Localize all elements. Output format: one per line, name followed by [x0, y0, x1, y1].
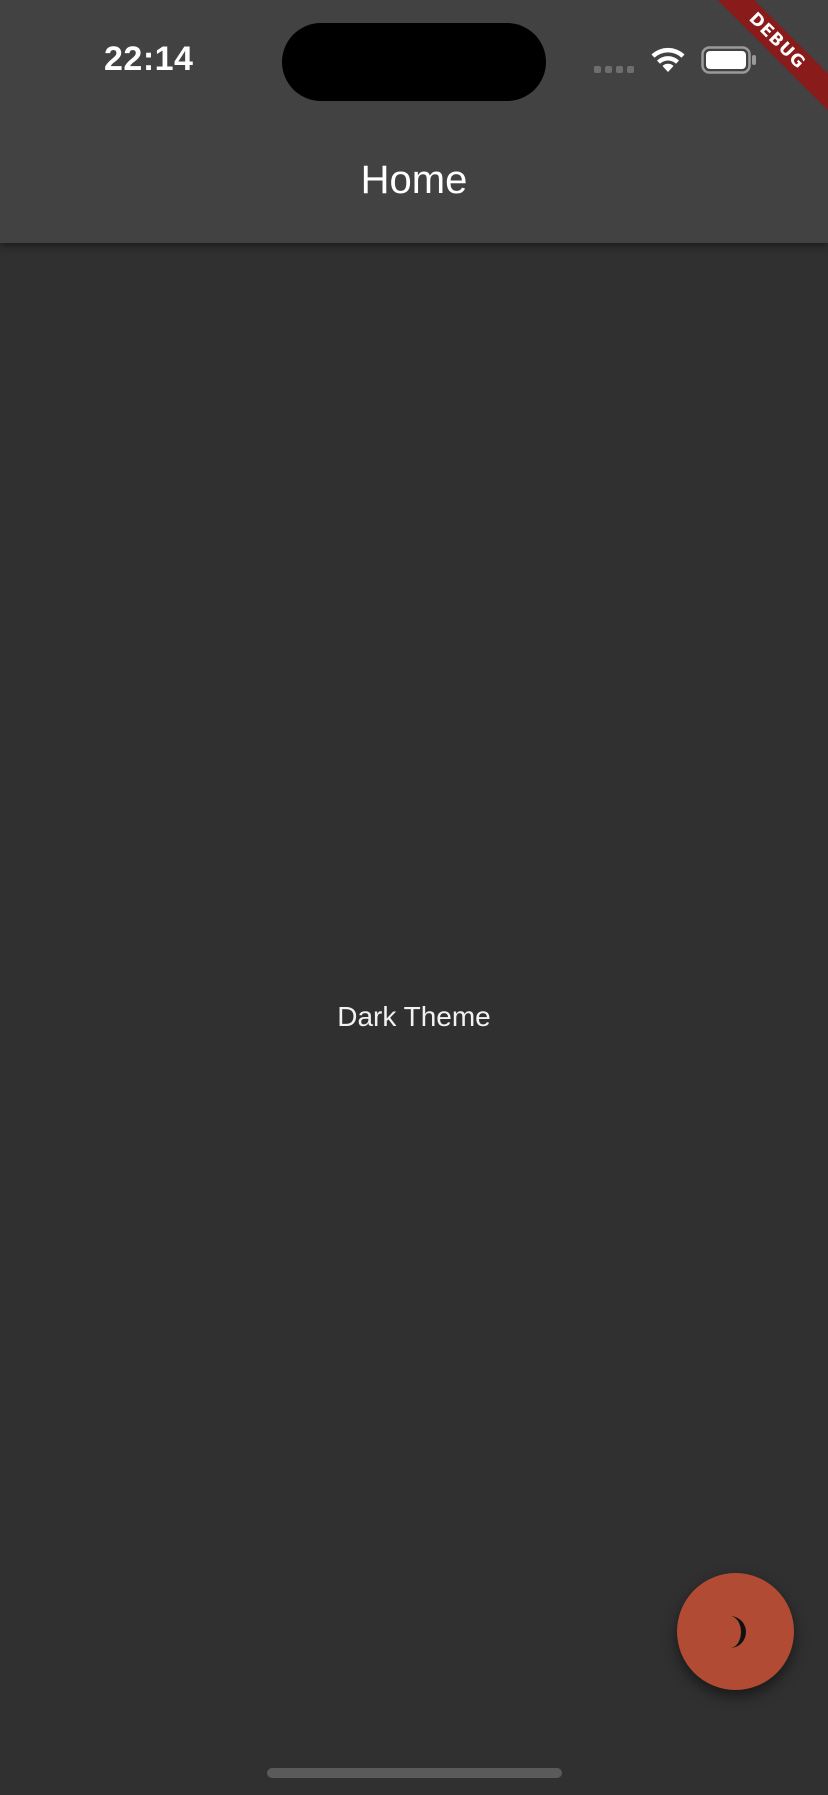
- status-time: 22:14: [104, 40, 194, 78]
- screen: 22:14 Home DEBUG Dark Theme: [0, 0, 828, 1795]
- battery-icon: [701, 46, 756, 74]
- app-bar: 22:14 Home: [0, 0, 828, 243]
- toggle-theme-button[interactable]: [677, 1573, 794, 1690]
- page-title: Home: [360, 158, 468, 202]
- theme-label: Dark Theme: [337, 1001, 491, 1032]
- home-indicator[interactable]: [267, 1768, 562, 1778]
- cellular-signal-icon: [594, 66, 634, 73]
- wifi-icon: [651, 47, 685, 72]
- moon-icon: [729, 1615, 746, 1648]
- dynamic-island: [282, 23, 546, 101]
